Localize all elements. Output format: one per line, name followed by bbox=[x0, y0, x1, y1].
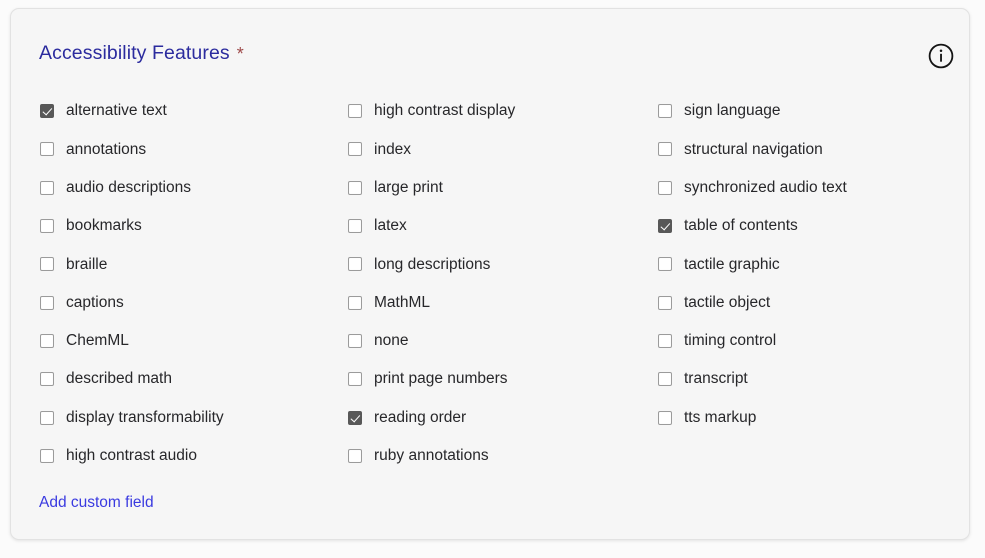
checkbox-unchecked-icon[interactable] bbox=[348, 257, 362, 272]
checkbox-unchecked-icon[interactable] bbox=[348, 142, 362, 157]
checkbox-unchecked-icon[interactable] bbox=[348, 295, 362, 310]
add-custom-field-link[interactable]: Add custom field bbox=[39, 494, 154, 512]
checkbox-unchecked-icon[interactable] bbox=[348, 448, 362, 463]
checkbox-option-large-print[interactable]: large print bbox=[348, 169, 658, 207]
required-marker: * bbox=[236, 44, 244, 64]
checkbox-unchecked-icon[interactable] bbox=[658, 295, 672, 310]
checkbox-option-structural-navigation[interactable]: structural navigation bbox=[658, 130, 971, 168]
checkbox-label: high contrast audio bbox=[66, 447, 197, 465]
checkbox-option-display-transformability[interactable]: display transformability bbox=[40, 398, 350, 436]
checkbox-option-described-math[interactable]: described math bbox=[40, 360, 350, 398]
checkbox-unchecked-icon[interactable] bbox=[40, 219, 54, 234]
info-circle-icon[interactable] bbox=[927, 42, 955, 70]
checkbox-checked-icon[interactable] bbox=[658, 219, 672, 234]
checkbox-unchecked-icon[interactable] bbox=[658, 142, 672, 157]
checkbox-label: captions bbox=[66, 293, 124, 311]
checkbox-option-bookmarks[interactable]: bookmarks bbox=[40, 207, 350, 245]
checkbox-option-captions[interactable]: captions bbox=[40, 283, 350, 321]
checkbox-checked-icon[interactable] bbox=[40, 104, 54, 119]
checkbox-unchecked-icon[interactable] bbox=[658, 372, 672, 387]
checkbox-unchecked-icon[interactable] bbox=[658, 257, 672, 272]
checkbox-unchecked-icon[interactable] bbox=[40, 257, 54, 272]
checkbox-option-long-descriptions[interactable]: long descriptions bbox=[348, 245, 658, 283]
checkbox-option-sign-language[interactable]: sign language bbox=[658, 92, 971, 130]
checkbox-unchecked-icon[interactable] bbox=[348, 372, 362, 387]
checkbox-checked-icon[interactable] bbox=[348, 410, 362, 425]
checkbox-unchecked-icon[interactable] bbox=[40, 295, 54, 310]
options-column-2: high contrast display index large print lat… bbox=[348, 92, 658, 475]
checkbox-label: tactile graphic bbox=[684, 255, 780, 273]
checkbox-option-synchronized-audio-text[interactable]: synchronized audio text bbox=[658, 169, 971, 207]
checkbox-label: annotations bbox=[66, 140, 147, 158]
checkbox-option-braille[interactable]: braille bbox=[40, 245, 350, 283]
checkbox-option-tts-markup[interactable]: tts markup bbox=[658, 398, 971, 436]
options-column-3: sign language structural navigation synchr… bbox=[658, 92, 971, 437]
checkbox-option-print-page-numbers[interactable]: print page numbers bbox=[348, 360, 658, 398]
checkbox-option-timing-control[interactable]: timing control bbox=[658, 322, 971, 360]
checkbox-unchecked-icon[interactable] bbox=[658, 333, 672, 348]
checkbox-option-tactile-graphic[interactable]: tactile graphic bbox=[658, 245, 971, 283]
checkbox-unchecked-icon[interactable] bbox=[348, 104, 362, 119]
checkbox-option-reading-order[interactable]: reading order bbox=[348, 398, 658, 436]
checkbox-label: tts markup bbox=[684, 408, 757, 426]
checkbox-label: alternative text bbox=[66, 102, 167, 120]
checkbox-label: latex bbox=[374, 217, 407, 235]
checkbox-option-mathml[interactable]: MathML bbox=[348, 283, 658, 321]
checkbox-label: index bbox=[374, 140, 412, 158]
checkbox-label: braille bbox=[66, 255, 108, 273]
checkbox-label: bookmarks bbox=[66, 217, 142, 235]
checkbox-unchecked-icon[interactable] bbox=[40, 180, 54, 195]
page-root: Accessibility Features * alternative text… bbox=[0, 0, 985, 558]
checkbox-unchecked-icon[interactable] bbox=[658, 410, 672, 425]
checkbox-label: transcript bbox=[684, 370, 748, 388]
checkbox-label: synchronized audio text bbox=[684, 178, 847, 196]
checkbox-unchecked-icon[interactable] bbox=[40, 372, 54, 387]
checkbox-unchecked-icon[interactable] bbox=[40, 410, 54, 425]
card-header: Accessibility Features * bbox=[11, 9, 969, 79]
checkbox-label: long descriptions bbox=[374, 255, 491, 273]
checkbox-option-none[interactable]: none bbox=[348, 322, 658, 360]
checkbox-label: print page numbers bbox=[374, 370, 508, 388]
checkbox-option-index[interactable]: index bbox=[348, 130, 658, 168]
checkbox-label: table of contents bbox=[684, 217, 798, 235]
checkbox-label: sign language bbox=[684, 102, 781, 120]
checkbox-option-audio-descriptions[interactable]: audio descriptions bbox=[40, 169, 350, 207]
checkbox-option-chemml[interactable]: ChemML bbox=[40, 322, 350, 360]
options-column-1: alternative text annotations audio descrip… bbox=[40, 92, 350, 475]
checkbox-label: structural navigation bbox=[684, 140, 823, 158]
checkbox-option-alternative-text[interactable]: alternative text bbox=[40, 92, 350, 130]
checkbox-label: tactile object bbox=[684, 293, 771, 311]
checkbox-unchecked-icon[interactable] bbox=[348, 333, 362, 348]
checkbox-unchecked-icon[interactable] bbox=[40, 448, 54, 463]
checkbox-unchecked-icon[interactable] bbox=[658, 104, 672, 119]
checkbox-label: ruby annotations bbox=[374, 447, 489, 465]
checkbox-label: audio descriptions bbox=[66, 178, 191, 196]
checkbox-label: large print bbox=[374, 178, 443, 196]
checkbox-label: ChemML bbox=[66, 332, 129, 350]
checkbox-label: reading order bbox=[374, 408, 467, 426]
checkbox-unchecked-icon[interactable] bbox=[40, 142, 54, 157]
checkbox-option-ruby-annotations[interactable]: ruby annotations bbox=[348, 437, 658, 475]
checkbox-unchecked-icon[interactable] bbox=[40, 333, 54, 348]
checkbox-unchecked-icon[interactable] bbox=[348, 180, 362, 195]
checkbox-option-annotations[interactable]: annotations bbox=[40, 130, 350, 168]
checkbox-label: display transformability bbox=[66, 408, 224, 426]
checkbox-option-high-contrast-display[interactable]: high contrast display bbox=[348, 92, 658, 130]
legend-text: Accessibility Features bbox=[39, 42, 230, 64]
checkbox-option-transcript[interactable]: transcript bbox=[658, 360, 971, 398]
checkbox-unchecked-icon[interactable] bbox=[348, 219, 362, 234]
accessibility-features-card: Accessibility Features * alternative text… bbox=[10, 8, 970, 540]
checkbox-label: timing control bbox=[684, 332, 777, 350]
checkbox-option-latex[interactable]: latex bbox=[348, 207, 658, 245]
checkbox-option-high-contrast-audio[interactable]: high contrast audio bbox=[40, 437, 350, 475]
checkbox-label: none bbox=[374, 332, 409, 350]
checkbox-label: MathML bbox=[374, 293, 430, 311]
page-title: Accessibility Features * bbox=[39, 42, 244, 65]
checkbox-label: high contrast display bbox=[374, 102, 516, 120]
checkbox-unchecked-icon[interactable] bbox=[658, 180, 672, 195]
checkbox-option-tactile-object[interactable]: tactile object bbox=[658, 283, 971, 321]
checkbox-option-table-of-contents[interactable]: table of contents bbox=[658, 207, 971, 245]
checkbox-label: described math bbox=[66, 370, 172, 388]
